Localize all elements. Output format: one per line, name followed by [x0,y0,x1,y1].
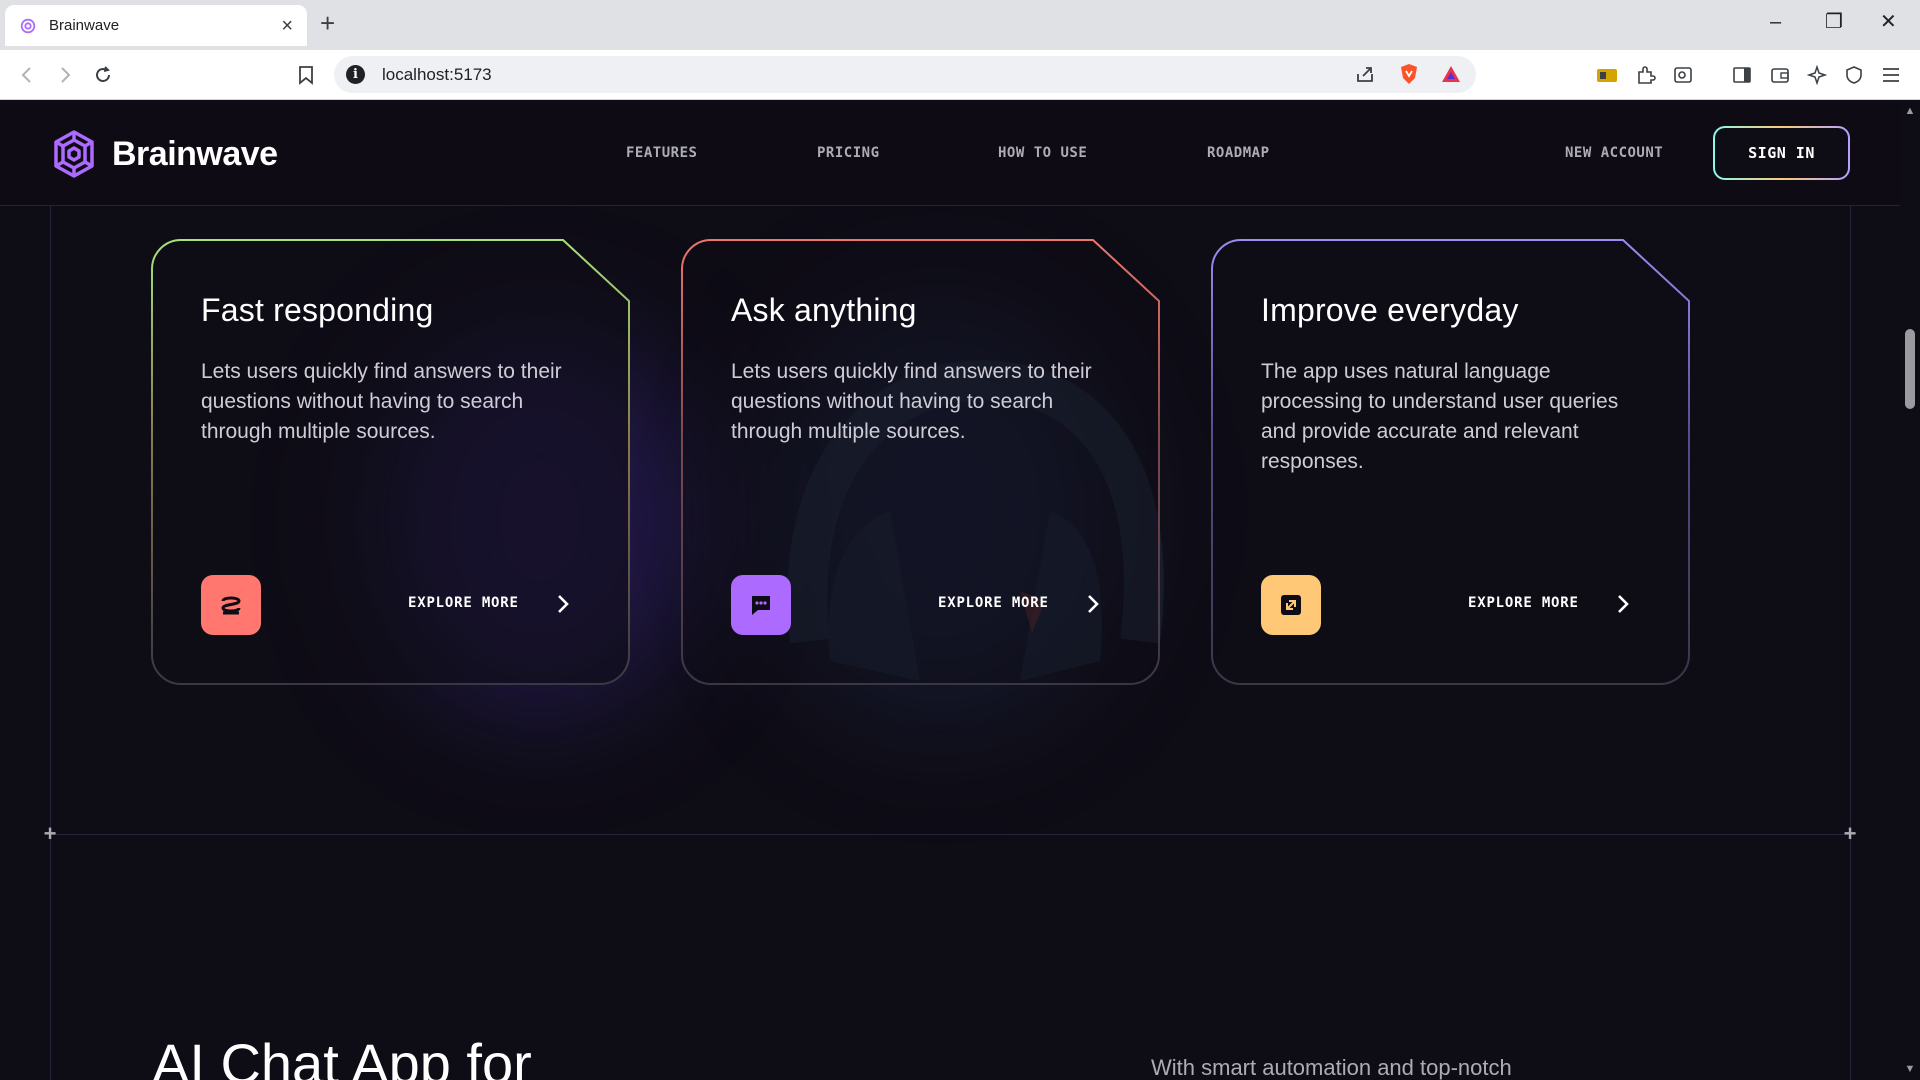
corner-plus-icon: + [43,821,57,846]
new-tab-icon[interactable]: + [320,10,335,36]
site-header: Brainwave FEATURES PRICING HOW TO USE RO… [0,101,1900,206]
brave-shield-icon[interactable] [1396,61,1422,87]
plug-icon [201,575,261,635]
scroll-thumb[interactable] [1905,329,1915,409]
nav-how-to-use[interactable]: HOW TO USE [998,145,1087,161]
chat-icon [731,575,791,635]
tab-title: Brainwave [49,17,120,34]
back-icon[interactable] [14,62,40,88]
frame-line-right [1850,101,1851,1080]
expand-icon [1261,575,1321,635]
card-title: Fast responding [201,292,434,328]
sign-in-button[interactable]: SIGN IN [1713,126,1850,180]
close-window-icon[interactable]: ✕ [1880,12,1897,32]
brainwave-favicon-icon [20,18,36,33]
reload-icon[interactable] [90,62,116,88]
sidebar-icon[interactable] [1729,62,1755,88]
frame-line-left [50,101,51,1080]
vpn-icon[interactable] [1841,62,1867,88]
brainwave-logo-icon [54,130,94,178]
tab-close-icon[interactable]: × [281,16,293,36]
arrow-right-icon[interactable] [553,591,573,617]
arrow-right-icon[interactable] [1613,591,1633,617]
leo-ai-icon[interactable] [1804,62,1830,88]
browser-toolbar: i localhost:5173 [0,50,1920,100]
new-account-link[interactable]: NEW ACCOUNT [1565,145,1663,161]
section-heading: AI Chat App for [152,1032,532,1080]
menu-icon[interactable] [1878,62,1904,88]
feature-card[interactable]: Improve everyday The app uses natural la… [1211,239,1691,685]
card-title: Ask anything [731,292,917,328]
section-divider [50,834,1850,835]
corner-plus-icon: + [1843,821,1857,846]
section-subtext: With smart automation and top-notch [1151,1055,1512,1080]
bookmark-icon[interactable] [293,62,319,88]
brand-logo[interactable]: Brainwave [48,128,278,180]
explore-more-link[interactable]: EXPLORE MORE [408,595,519,611]
restore-icon[interactable]: ❐ [1825,12,1843,32]
card-description: The app uses natural language processing… [1261,360,1619,473]
scroll-down-icon[interactable]: ▼ [1904,1063,1916,1075]
nav-features[interactable]: FEATURES [626,145,697,161]
address-bar[interactable]: i localhost:5173 [334,56,1476,93]
browser-tab[interactable]: Brainwave × [5,5,307,46]
brave-rewards-icon[interactable] [1438,61,1464,87]
card-title: Improve everyday [1261,292,1519,328]
card-description: Lets users quickly find answers to their… [731,360,1092,443]
web-page: + + Fast responding Lets users quickly f… [0,101,1900,1080]
site-info-icon[interactable]: i [346,65,365,84]
feature-card[interactable]: Fast responding Lets users quickly find … [151,239,631,685]
cast-icon[interactable] [1594,62,1620,88]
explore-more-link[interactable]: EXPLORE MORE [938,595,1049,611]
scroll-up-icon[interactable]: ▲ [1904,105,1916,117]
share-icon[interactable] [1352,61,1378,87]
brand-name: Brainwave [112,134,278,173]
wallet-icon[interactable] [1767,62,1793,88]
card-description: Lets users quickly find answers to their… [201,360,562,443]
nav-pricing[interactable]: PRICING [817,145,880,161]
feature-card[interactable]: Ask anything Lets users quickly find ans… [681,239,1161,685]
minimize-icon[interactable]: – [1770,12,1781,32]
page-scrollbar[interactable]: ▲ ▼ [1900,101,1920,1080]
address-url[interactable]: localhost:5173 [382,65,492,85]
reader-icon[interactable] [1670,62,1696,88]
forward-icon[interactable] [52,62,78,88]
extensions-icon[interactable] [1633,62,1659,88]
arrow-right-icon[interactable] [1083,591,1103,617]
explore-more-link[interactable]: EXPLORE MORE [1468,595,1579,611]
browser-tabbar: Brainwave × + – ❐ ✕ [0,0,1920,50]
nav-roadmap[interactable]: ROADMAP [1207,145,1270,161]
